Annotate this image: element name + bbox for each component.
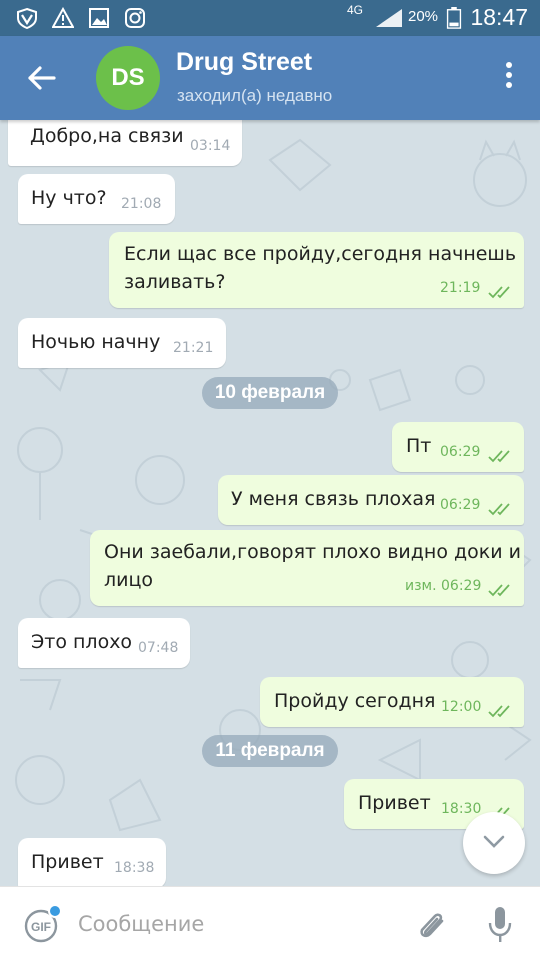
back-arrow-icon[interactable] bbox=[22, 60, 62, 96]
message-text: У меня связь плохая bbox=[231, 488, 436, 510]
svg-text:GIF: GIF bbox=[31, 920, 51, 934]
message-input[interactable] bbox=[78, 907, 378, 941]
status-clock: 18:47 bbox=[470, 4, 528, 30]
battery-percent: 20% bbox=[408, 8, 439, 25]
message-text: Это плохо bbox=[31, 631, 133, 653]
message-text: Они заебали,говорят плохо видно доки и bbox=[104, 541, 521, 563]
date-separator: 10 февраля bbox=[202, 377, 338, 409]
last-seen-status: заходил(а) недавно bbox=[177, 86, 333, 105]
message-text: Если щас все пройду,сегодня начнешь bbox=[124, 243, 517, 265]
read-ticks-icon bbox=[488, 705, 510, 718]
date-separator: 11 февраля bbox=[202, 735, 338, 767]
read-ticks-icon bbox=[488, 584, 510, 597]
microphone-icon[interactable] bbox=[487, 905, 513, 945]
message-incoming[interactable]: Ну что? 21:08 bbox=[18, 174, 175, 224]
message-time: 21:21 bbox=[173, 340, 214, 356]
vpn-shield-icon bbox=[17, 7, 37, 29]
status-bar: 4G 20% 18:47 bbox=[0, 0, 540, 36]
message-text: Привет bbox=[358, 792, 431, 814]
message-outgoing[interactable]: У меня связь плохая 06:29 bbox=[218, 475, 524, 525]
message-text-line2: заливать? bbox=[124, 271, 226, 293]
more-menu-icon[interactable] bbox=[504, 62, 514, 94]
message-text-line2: лицо bbox=[104, 569, 154, 591]
message-time: 07:48 bbox=[138, 640, 179, 656]
message-text: Ночью начну bbox=[31, 331, 161, 353]
message-time: 06:29 bbox=[440, 497, 481, 513]
new-badge-dot bbox=[48, 904, 62, 918]
chevron-down-icon bbox=[483, 835, 505, 848]
warning-icon bbox=[52, 7, 74, 28]
message-outgoing[interactable]: Они заебали,говорят плохо видно доки и л… bbox=[90, 530, 524, 606]
message-text: Привет bbox=[31, 851, 104, 873]
read-ticks-icon bbox=[488, 503, 510, 516]
network-type: 4G bbox=[347, 3, 364, 17]
message-time: 06:29 bbox=[440, 444, 481, 460]
avatar[interactable]: DS bbox=[96, 46, 160, 110]
message-text: Ну что? bbox=[31, 187, 107, 209]
paperclip-icon[interactable] bbox=[416, 907, 448, 943]
signal-icon bbox=[376, 9, 402, 27]
message-time: 18:38 bbox=[114, 860, 155, 876]
gallery-icon bbox=[89, 8, 109, 28]
message-incoming[interactable]: Ночью начну 21:21 bbox=[18, 318, 226, 368]
message-outgoing[interactable]: Пройду сегодня 12:00 bbox=[260, 677, 524, 727]
message-time: изм. 06:29 bbox=[405, 578, 482, 594]
message-list[interactable]: Добро,на связи 03:14 Ну что? 21:08 Если … bbox=[0, 120, 540, 886]
battery-icon bbox=[446, 7, 462, 29]
scroll-to-bottom-button[interactable] bbox=[463, 812, 525, 874]
message-time: 03:14 bbox=[190, 138, 231, 154]
instagram-icon bbox=[125, 8, 145, 28]
message-text: Пройду сегодня bbox=[274, 690, 436, 712]
message-incoming[interactable]: Привет 18:38 bbox=[18, 838, 166, 886]
message-time: 21:08 bbox=[121, 196, 162, 212]
message-outgoing[interactable]: Пт 06:29 bbox=[392, 422, 524, 472]
chat-title[interactable]: Drug Street bbox=[176, 48, 312, 77]
message-text: Добро,на связи bbox=[30, 125, 184, 147]
message-composer: GIF bbox=[0, 886, 540, 960]
message-outgoing[interactable]: Если щас все пройду,сегодня начнешь зали… bbox=[109, 232, 524, 308]
message-time: 21:19 bbox=[440, 280, 481, 296]
message-time: 12:00 bbox=[441, 699, 482, 715]
message-incoming[interactable]: Это плохо 07:48 bbox=[18, 618, 190, 668]
message-incoming[interactable]: Добро,на связи 03:14 bbox=[8, 120, 242, 166]
message-text: Пт bbox=[406, 435, 432, 457]
read-ticks-icon bbox=[488, 450, 510, 463]
chat-header: DS Drug Street заходил(а) недавно bbox=[0, 36, 540, 120]
read-ticks-icon bbox=[488, 286, 510, 299]
